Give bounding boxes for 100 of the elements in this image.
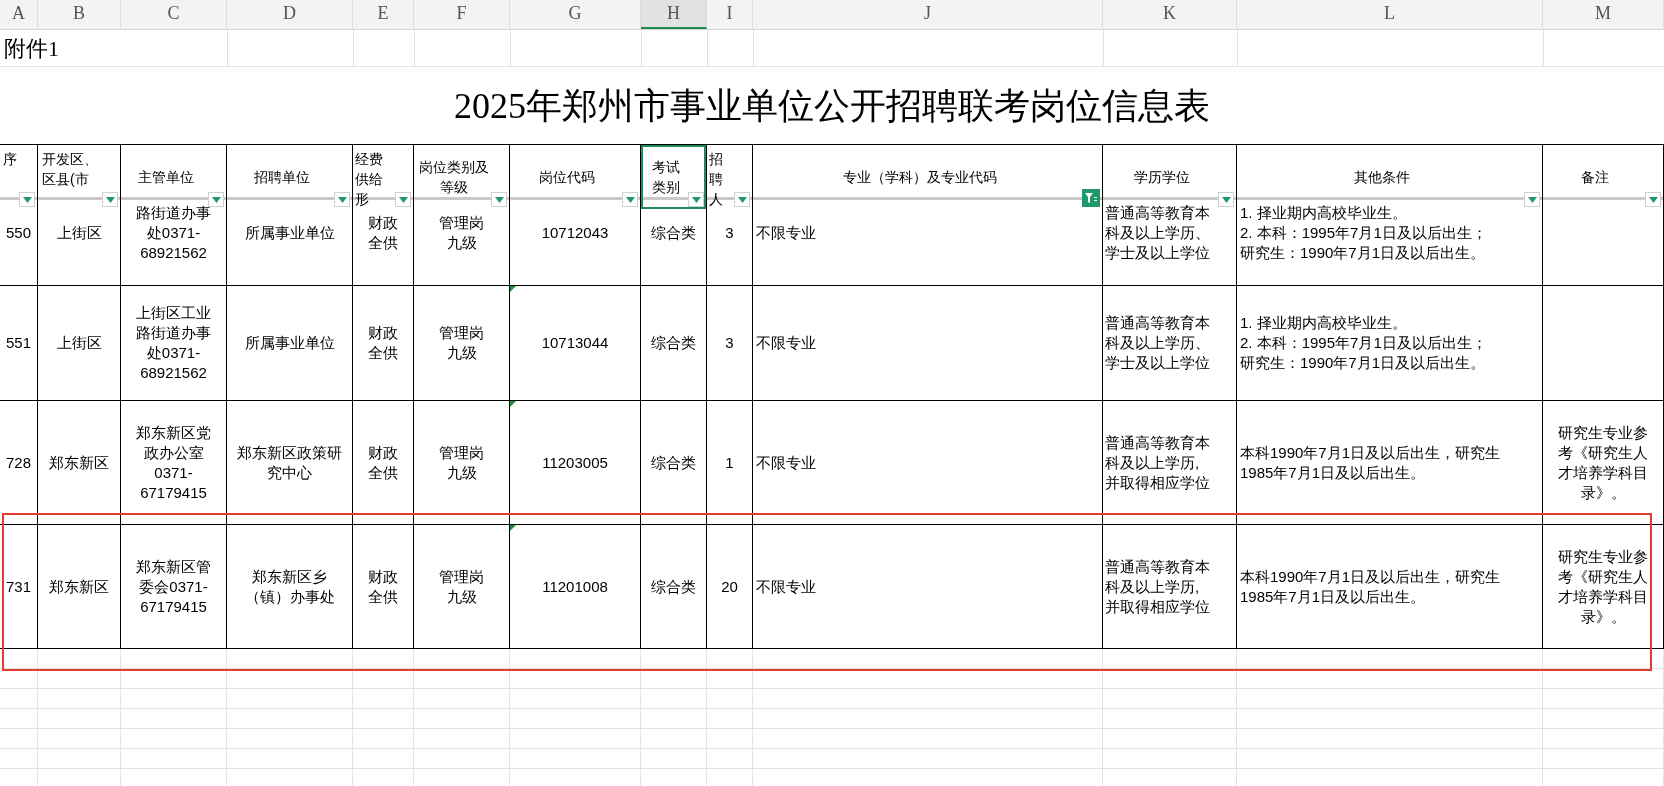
column-header: 岗位类别及等级 (417, 158, 490, 197)
column-letter[interactable]: I (707, 0, 753, 29)
table-cell-text: 研究生专业参考《研究生人才培养学科目录》。 (1557, 546, 1649, 627)
filter-dropdown-button[interactable] (491, 192, 507, 207)
caret-down-icon (1221, 196, 1231, 203)
column-letter[interactable]: H (641, 0, 707, 29)
column-letter[interactable]: A (0, 0, 38, 29)
filter-dropdown-button[interactable] (734, 192, 750, 207)
table-cell: 综合类 (651, 333, 696, 353)
table-cell: 11201008 (542, 576, 608, 597)
table-cell: 郑东新区 (49, 576, 109, 597)
sheet-title: 2025年郑州市事业单位公开招聘联考岗位信息表 (454, 84, 1210, 128)
caret-down-icon (494, 196, 504, 203)
column-header: 招聘单位 (253, 168, 310, 187)
column-header: 开发区、区县(市 (42, 150, 99, 189)
filter-dropdown-button[interactable] (334, 192, 350, 207)
column-letter[interactable]: M (1543, 0, 1664, 29)
column-letter[interactable]: E (353, 0, 414, 29)
column-letter[interactable]: L (1237, 0, 1543, 29)
column-letter[interactable]: D (227, 0, 353, 29)
column-letter[interactable]: B (38, 0, 121, 29)
table-cell: 管理岗九级 (438, 212, 485, 253)
table-cell: 11203005 (542, 452, 608, 473)
table-cell: 郑东新区 (49, 452, 109, 473)
table-cell: 财政全供 (367, 566, 399, 607)
table-cell-text: 不限专业 (755, 576, 816, 597)
table-cell-text: 2. 本科：1995年7月1日及以后出生； (1240, 222, 1488, 243)
table-cell-text: 所属事业单位 (243, 222, 336, 243)
caret-down-icon (398, 196, 408, 203)
table-cell-text: 本科1990年7月1日及以后出生，研究生1985年7月1日及以后出生。 (1240, 566, 1502, 607)
caret-down-icon (691, 196, 701, 203)
column-header: 岗位代码 (539, 168, 595, 187)
column-letter[interactable]: K (1103, 0, 1237, 29)
table-cell-text: 1. 择业期内高校毕业生。 (1240, 313, 1408, 333)
filter-dropdown-button[interactable] (688, 192, 704, 207)
filter-dropdown-button[interactable] (1218, 192, 1234, 207)
table-cell: 550 (6, 222, 31, 243)
table-cell: 上街区 (56, 333, 102, 353)
column-letter[interactable]: F (414, 0, 510, 29)
caret-down-icon (625, 196, 635, 203)
column-header: 考试类别 (650, 158, 681, 197)
table-cell: 3 (725, 333, 734, 353)
funnel-icon (1085, 192, 1097, 204)
table-cell-text: 普通高等教育本科及以上学历、学士及以上学位 (1105, 313, 1211, 373)
table-cell: 10712043 (541, 222, 609, 243)
table-cell: 管理岗九级 (438, 323, 485, 363)
table-cell-text: 所属事业单位 (243, 333, 336, 353)
column-header: 经费供给形 (355, 150, 384, 209)
caret-down-icon (105, 196, 115, 203)
filter-dropdown-button[interactable] (102, 192, 118, 207)
table-cell-text: 本科1990年7月1日及以后出生，研究生1985年7月1日及以后出生。 (1240, 442, 1502, 483)
column-header: 序 (2, 150, 18, 169)
column-header: 主管单位 (137, 168, 194, 187)
table-cell: 财政全供 (367, 323, 399, 363)
filter-dropdown-button[interactable] (622, 192, 638, 207)
table-cell: 财政全供 (367, 212, 399, 253)
table-cell: 财政全供 (367, 442, 399, 483)
column-header: 学历学位 (1133, 168, 1190, 187)
table-cell-text: 普通高等教育本科及以上学历,并取得相应学位 (1105, 556, 1211, 617)
attachment-label: 附件1 (4, 34, 59, 63)
caret-down-icon (211, 196, 221, 203)
table-cell: 1 (725, 452, 734, 473)
column-header: 备注 (1581, 168, 1609, 187)
column-header: 专业（学科）及专业代码 (842, 168, 997, 187)
active-filter-button[interactable] (1082, 189, 1100, 207)
table-cell-text: 1. 择业期内高校毕业生。 (1240, 202, 1408, 223)
table-cell: 728 (6, 452, 31, 473)
caret-down-icon (737, 196, 747, 203)
table-cell-text: 不限专业 (755, 333, 816, 353)
table-cell-text: 郑东新区管委会0371-67179415 (135, 556, 212, 617)
table-cell-text: 上街区工业路街道办事处0371-68921562 (135, 303, 212, 383)
table-cell: 管理岗九级 (438, 566, 485, 607)
filter-dropdown-button[interactable] (1645, 192, 1661, 207)
table-cell-text: 研究生：1990年7月1日及以后出生。 (1240, 242, 1487, 263)
filter-dropdown-button[interactable] (19, 192, 35, 207)
table-cell-text: 郑东新区党政办公室0371-67179415 (135, 422, 212, 503)
table-cell-text: 不限专业 (755, 452, 816, 473)
table-cell: 731 (6, 576, 31, 597)
table-cell: 3 (725, 222, 734, 243)
table-cell-text: 郑东新区乡（镇）办事处 (243, 566, 336, 607)
column-header: 招聘人 (709, 150, 724, 209)
table-cell: 综合类 (651, 222, 696, 243)
filter-dropdown-button[interactable] (208, 192, 224, 207)
table-cell-text: 2. 本科：1995年7月1日及以后出生； (1240, 333, 1488, 353)
caret-down-icon (337, 196, 347, 203)
table-cell-text: 研究生：1990年7月1日及以后出生。 (1240, 353, 1487, 373)
column-letter[interactable]: J (753, 0, 1103, 29)
table-cell: 管理岗九级 (438, 442, 485, 483)
table-cell: 10713044 (541, 333, 609, 353)
table-cell: 综合类 (651, 576, 696, 597)
filter-dropdown-button[interactable] (1524, 192, 1540, 207)
column-letter[interactable]: C (121, 0, 227, 29)
table-cell: 20 (721, 576, 738, 597)
column-header: 其他条件 (1353, 168, 1410, 187)
caret-down-icon (1648, 196, 1658, 203)
table-cell-text: 研究生专业参考《研究生人才培养学科目录》。 (1557, 422, 1649, 503)
table-cell: 综合类 (651, 452, 696, 473)
filter-dropdown-button[interactable] (395, 192, 411, 207)
caret-down-icon (1527, 196, 1537, 203)
table-cell-text: 普通高等教育本科及以上学历,并取得相应学位 (1105, 432, 1211, 493)
